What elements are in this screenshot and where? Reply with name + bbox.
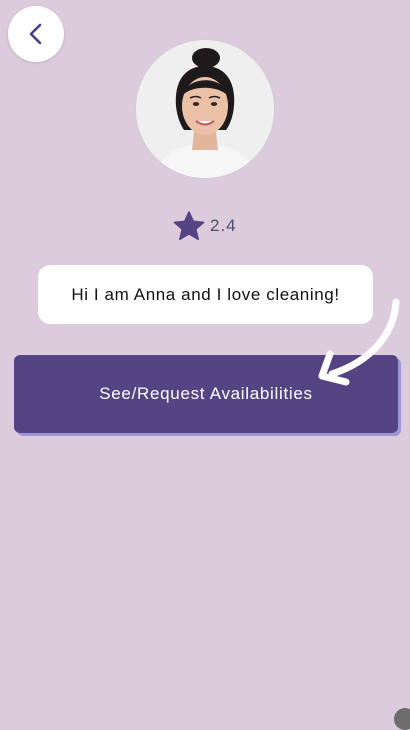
star-icon bbox=[172, 210, 206, 242]
see-request-availabilities-button[interactable]: See/Request Availabilities bbox=[14, 355, 398, 433]
rating: 2.4 bbox=[172, 209, 237, 243]
avatar bbox=[136, 40, 274, 178]
rating-value: 2.4 bbox=[210, 216, 237, 235]
bio-text: Hi I am Anna and I love cleaning! bbox=[71, 284, 340, 304]
chevron-left-icon bbox=[26, 22, 46, 46]
floating-action-dot[interactable] bbox=[394, 708, 410, 730]
button-label: See/Request Availabilities bbox=[99, 384, 313, 403]
bio-bubble: Hi I am Anna and I love cleaning! bbox=[38, 265, 373, 324]
back-button[interactable] bbox=[8, 6, 64, 62]
